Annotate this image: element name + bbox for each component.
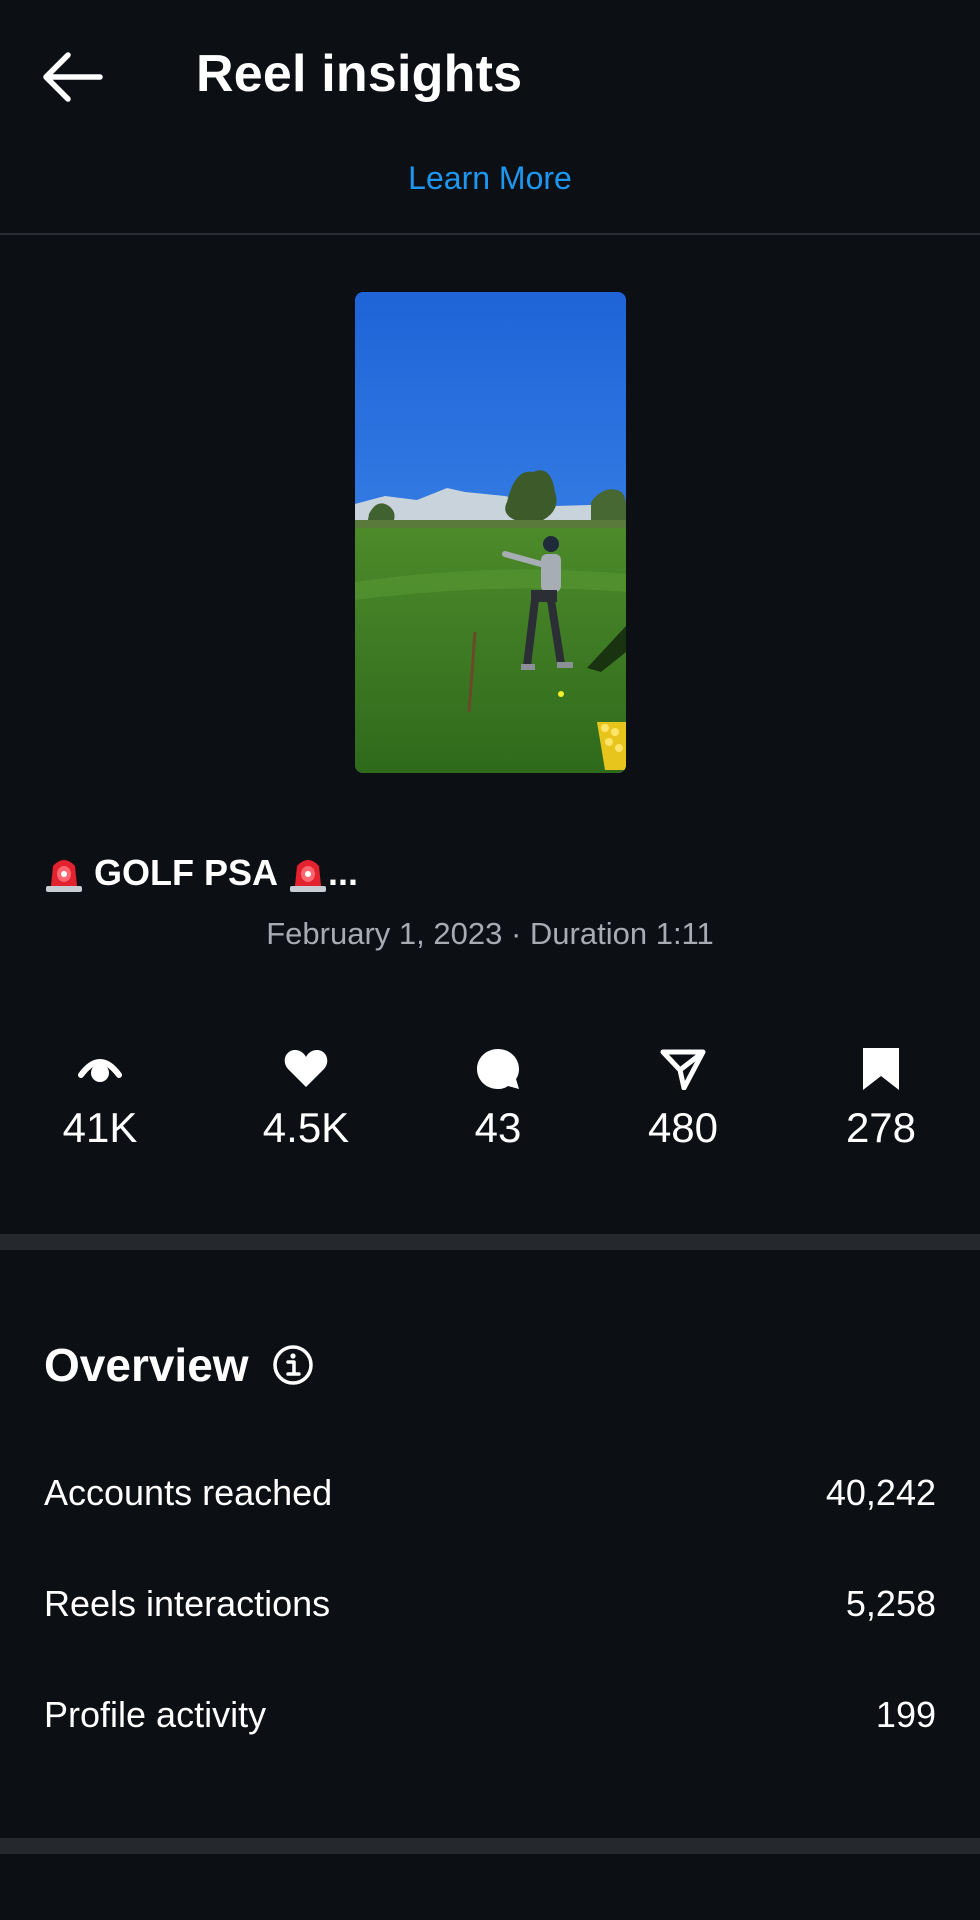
app-header: Reel insights bbox=[0, 0, 980, 150]
row-value: 40,242 bbox=[825, 1472, 936, 1513]
overview-row-accounts-reached[interactable]: Accounts reached 40,242 bbox=[44, 1472, 936, 1514]
section-divider bbox=[0, 1838, 980, 1854]
stat-views-value: 41K bbox=[62, 1104, 138, 1151]
back-arrow-icon bbox=[43, 52, 103, 102]
comment-icon bbox=[477, 1049, 519, 1089]
stat-comments[interactable]: 43 bbox=[408, 1040, 588, 1152]
overview-row-reels-interactions[interactable]: Reels interactions 5,258 bbox=[44, 1583, 936, 1625]
bookmark-icon bbox=[863, 1048, 899, 1090]
meta-separator: · bbox=[510, 916, 522, 951]
learn-more-link[interactable]: Learn More bbox=[0, 160, 980, 197]
engagement-stats: 41K 4.5K 43 480 278 bbox=[0, 1040, 980, 1160]
row-label: Accounts reached bbox=[44, 1472, 333, 1513]
reel-caption: GOLF PSA ... bbox=[44, 852, 358, 894]
stat-shares[interactable]: 480 bbox=[593, 1040, 773, 1152]
row-value: 199 bbox=[875, 1694, 936, 1735]
row-label: Reels interactions bbox=[44, 1583, 331, 1624]
back-button[interactable] bbox=[38, 46, 114, 110]
siren-icon bbox=[290, 860, 327, 892]
reel-date: February 1, 2023 bbox=[266, 916, 503, 951]
stat-likes-value: 4.5K bbox=[262, 1104, 350, 1151]
stat-likes[interactable]: 4.5K bbox=[216, 1040, 396, 1152]
stat-saves[interactable]: 278 bbox=[791, 1040, 971, 1152]
views-icon bbox=[78, 1059, 122, 1082]
reel-meta: February 1, 2023 · Duration 1:11 bbox=[0, 916, 980, 952]
stat-views[interactable]: 41K bbox=[10, 1040, 190, 1152]
overview-heading: Overview bbox=[44, 1338, 315, 1392]
page-title: Reel insights bbox=[196, 45, 523, 103]
caption-ellipsis: ... bbox=[328, 852, 359, 893]
heart-icon bbox=[284, 1050, 328, 1087]
siren-icon bbox=[46, 860, 82, 892]
stat-saves-value: 278 bbox=[845, 1104, 917, 1151]
reel-thumbnail[interactable] bbox=[355, 292, 626, 773]
row-label: Profile activity bbox=[44, 1694, 267, 1735]
overview-title: Overview bbox=[44, 1339, 249, 1391]
row-value: 5,258 bbox=[845, 1583, 936, 1624]
stat-comments-value: 43 bbox=[474, 1104, 522, 1151]
share-icon bbox=[660, 1049, 706, 1090]
reel-duration: Duration 1:11 bbox=[529, 916, 714, 951]
caption-text: GOLF PSA bbox=[94, 852, 279, 893]
info-icon[interactable] bbox=[271, 1343, 315, 1387]
header-divider bbox=[0, 233, 980, 235]
overview-row-profile-activity[interactable]: Profile activity 199 bbox=[44, 1694, 936, 1736]
stat-shares-value: 480 bbox=[647, 1104, 719, 1151]
section-divider bbox=[0, 1234, 980, 1250]
